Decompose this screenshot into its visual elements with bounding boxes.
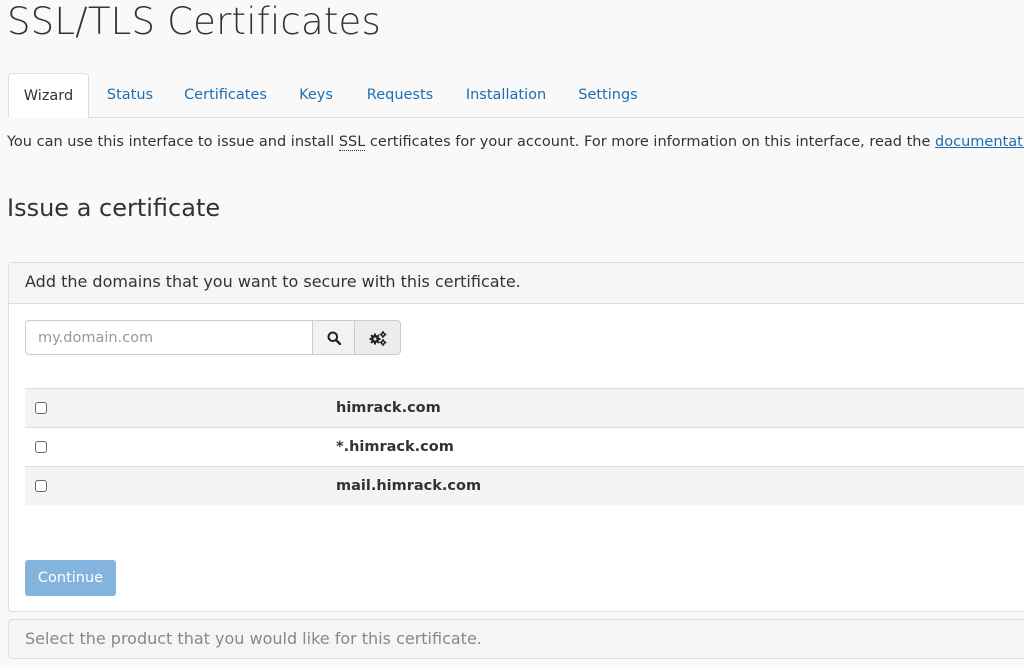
page-title: SSL/TLS Certificates bbox=[7, 0, 381, 43]
domain-options-button[interactable] bbox=[355, 320, 401, 355]
domain-search-group bbox=[25, 320, 401, 355]
tab-settings[interactable]: Settings bbox=[568, 73, 648, 117]
product-panel-title[interactable]: Select the product that you would like f… bbox=[8, 619, 1024, 659]
domain-checkbox[interactable] bbox=[35, 402, 47, 414]
domain-checkbox[interactable] bbox=[35, 441, 47, 453]
intro-text-middle: certificates for your account. For more … bbox=[365, 134, 936, 150]
ssl-abbr: SSL bbox=[338, 134, 366, 151]
issue-certificate-heading: Issue a certificate bbox=[7, 194, 221, 222]
domain-checkbox[interactable] bbox=[35, 480, 47, 492]
tab-requests[interactable]: Requests bbox=[356, 73, 444, 117]
tab-bar: Wizard Status Certificates Keys Requests… bbox=[8, 73, 1024, 118]
gears-icon bbox=[369, 330, 386, 346]
tab-wizard[interactable]: Wizard bbox=[8, 73, 89, 118]
search-button[interactable] bbox=[313, 320, 355, 355]
domains-panel: Add the domains that you want to secure … bbox=[8, 262, 1024, 612]
domain-row: mail.himrack.com bbox=[25, 466, 1024, 505]
domains-panel-title: Add the domains that you want to secure … bbox=[9, 263, 1024, 304]
tab-status[interactable]: Status bbox=[95, 73, 165, 117]
domain-row: himrack.com bbox=[25, 388, 1024, 427]
domain-search-input[interactable] bbox=[25, 320, 313, 355]
tab-certificates[interactable]: Certificates bbox=[175, 73, 276, 117]
domain-name: himrack.com bbox=[336, 400, 441, 416]
tab-installation[interactable]: Installation bbox=[455, 73, 557, 117]
search-icon bbox=[327, 331, 341, 345]
continue-button[interactable]: Continue bbox=[25, 560, 116, 596]
domain-name: mail.himrack.com bbox=[336, 478, 482, 494]
domain-name: *.himrack.com bbox=[336, 439, 454, 455]
intro-text: You can use this interface to issue and … bbox=[7, 134, 1024, 151]
documentation-link[interactable]: documentation bbox=[935, 134, 1024, 150]
domain-row: *.himrack.com bbox=[25, 427, 1024, 466]
intro-text-before: You can use this interface to issue and … bbox=[7, 134, 339, 150]
domain-list: himrack.com *.himrack.com mail.himrack.c… bbox=[25, 388, 1024, 505]
tab-keys[interactable]: Keys bbox=[287, 73, 345, 117]
